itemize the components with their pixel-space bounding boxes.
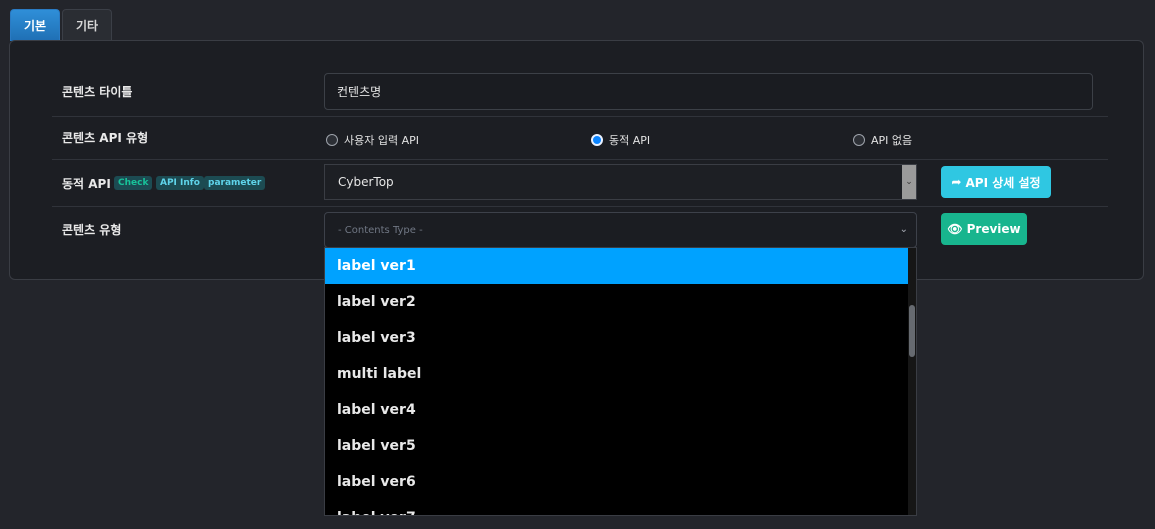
api-type-row: 콘텐츠 API 유형 [52, 116, 1108, 160]
check-badge[interactable]: Check [114, 176, 153, 190]
content-type-select[interactable]: - Contents Type - ⌄ [324, 212, 917, 248]
content-type-label: 콘텐츠 유형 [62, 223, 122, 237]
api-info-badge[interactable]: API Info [156, 176, 204, 190]
tab-other[interactable]: 기타 [62, 9, 112, 41]
option-label-ver3[interactable]: label ver3 [325, 320, 909, 356]
radio-no-api[interactable]: API 없음 [853, 132, 912, 148]
preview-button[interactable]: 👁 Preview [941, 213, 1027, 245]
radio-user-input-api[interactable]: 사용자 입력 API [326, 132, 419, 148]
option-multi-label[interactable]: multi label [325, 356, 909, 392]
content-title-label: 콘텐츠 타이틀 [62, 85, 133, 99]
radio-dot [326, 134, 338, 146]
settings-panel: 콘텐츠 타이틀 컨텐츠명 콘텐츠 API 유형 사용자 입력 API 동적 AP… [9, 40, 1144, 280]
chevron-down-icon: ⌄ [902, 165, 916, 199]
option-label-ver5[interactable]: label ver5 [325, 428, 909, 464]
dynamic-api-label: 동적 API [62, 177, 111, 191]
content-type-dropdown-list[interactable]: label ver1 label ver2 label ver3 multi l… [324, 247, 917, 516]
chevron-down-icon: ⌄ [899, 224, 908, 235]
eye-icon: 👁 [947, 222, 963, 236]
option-label-ver1[interactable]: label ver1 [325, 248, 909, 284]
tab-basic[interactable]: 기본 [10, 9, 60, 41]
content-title-input[interactable]: 컨텐츠명 [324, 73, 1093, 110]
option-label-ver6[interactable]: label ver6 [325, 464, 909, 500]
option-label-ver2[interactable]: label ver2 [325, 284, 909, 320]
dropdown-scrollbar[interactable] [908, 248, 916, 515]
scrollbar-thumb[interactable] [909, 305, 915, 357]
share-icon: ➦ [951, 175, 962, 189]
option-label-ver7[interactable]: label ver7 [325, 500, 909, 515]
api-type-label: 콘텐츠 API 유형 [62, 131, 149, 145]
radio-dot-selected [591, 134, 603, 146]
dynamic-api-select[interactable]: CyberTop ⌄ [324, 164, 917, 200]
radio-dynamic-api[interactable]: 동적 API [591, 132, 650, 148]
api-detail-settings-button[interactable]: ➦ API 상세 설정 [941, 166, 1051, 198]
parameter-badge[interactable]: parameter [204, 176, 266, 190]
radio-dot [853, 134, 865, 146]
option-label-ver4[interactable]: label ver4 [325, 392, 909, 428]
